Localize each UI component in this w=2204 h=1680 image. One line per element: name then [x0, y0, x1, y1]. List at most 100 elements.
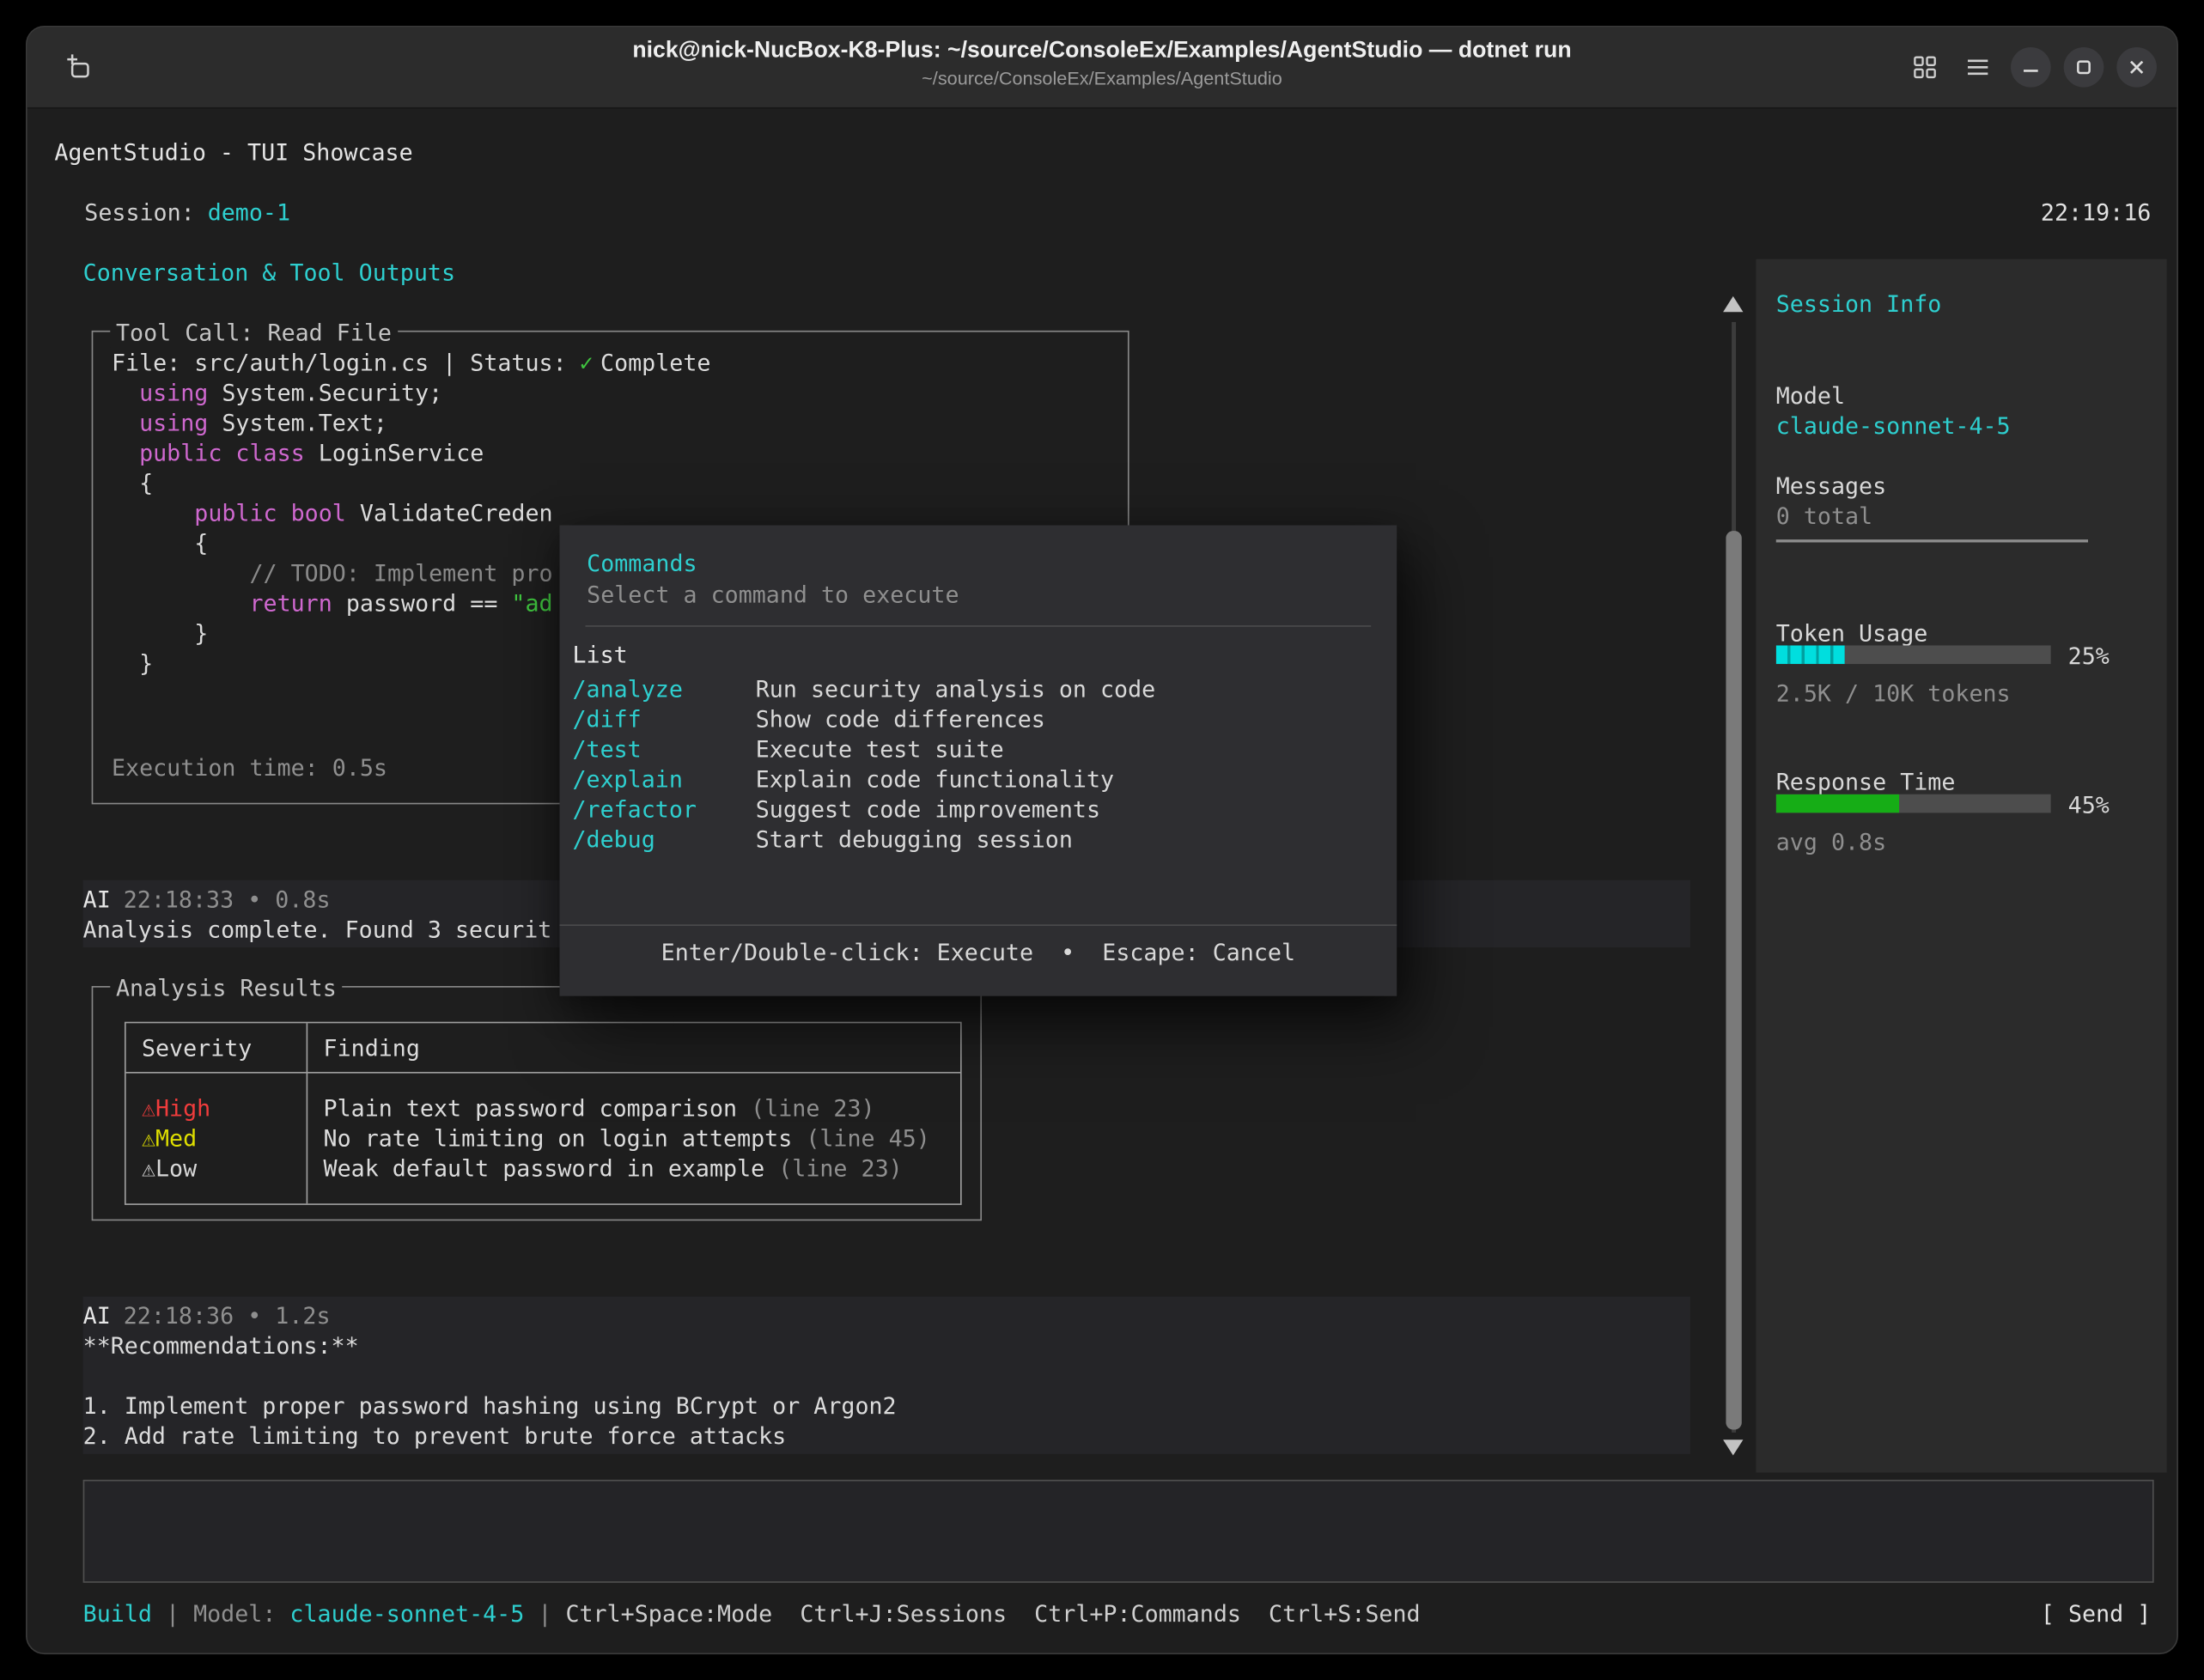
code-token: } [112, 619, 208, 647]
finding-column: Plain text password comparison (line 23)… [324, 1093, 930, 1184]
command-name: /explain [572, 764, 755, 794]
message-role: AI [83, 886, 111, 913]
code-token: { [112, 529, 208, 557]
minimize-button[interactable] [2011, 47, 2051, 88]
message-meta: 22:18:33 • 0.8s [124, 886, 331, 913]
finding-cell: Plain text password comparison (line 23) [324, 1093, 930, 1123]
token-usage-fill [1776, 645, 1845, 664]
severity-column: ⚠High⚠Med⚠Low [142, 1093, 210, 1184]
tab-overview-button[interactable] [1905, 47, 1945, 88]
message-line: 2. Add rate limiting to prevent brute fo… [83, 1421, 897, 1452]
check-icon: ✓ [580, 350, 594, 377]
send-button[interactable]: [ Send ] [2041, 1598, 2151, 1628]
terminal-window: nick@nick-NucBox-K8-Plus: ~/source/Conso… [26, 26, 2178, 1654]
analysis-table: Severity Finding ⚠High⚠Med⚠Low Plain tex… [125, 1022, 962, 1205]
modal-footer-hint: Enter/Double-click: Execute • Escape: Ca… [559, 937, 1397, 967]
command-item[interactable]: /diffShow code differences [572, 704, 1382, 734]
column-header-finding: Finding [324, 1033, 420, 1063]
token-usage-bar [1776, 645, 2051, 664]
code-token: "ad [511, 589, 552, 617]
close-button[interactable] [2116, 47, 2157, 88]
code-token: LoginService [305, 440, 484, 467]
code-token: password == [332, 589, 512, 617]
window-title: nick@nick-NucBox-K8-Plus: ~/source/Conso… [27, 36, 2177, 68]
command-description: Execute test suite [756, 735, 1004, 763]
token-usage-percent: 25% [2068, 641, 2110, 671]
modal-title: Commands [587, 548, 697, 578]
command-description: Show code differences [756, 705, 1045, 733]
command-list: /analyzeRun security analysis on code/di… [572, 674, 1382, 855]
command-item[interactable]: /refactorSuggest code improvements [572, 794, 1382, 825]
titlebar-controls [1905, 47, 2157, 88]
modal-footer-divider [559, 924, 1397, 926]
clock: 22:19:16 [2041, 198, 2151, 228]
command-description: Suggest code improvements [756, 795, 1100, 823]
session-info-panel: Session Info Model claude-sonnet-4-5 Mes… [1756, 259, 2166, 1473]
maximize-icon [2075, 58, 2092, 76]
code-token: public class [112, 440, 305, 467]
command-item[interactable]: /analyzeRun security analysis on code [572, 674, 1382, 704]
message-meta: 22:18:36 • 1.2s [124, 1302, 331, 1330]
message-role: AI [83, 1302, 111, 1330]
code-line: public class LoginService [112, 438, 1119, 468]
command-description: Start debugging session [756, 825, 1073, 853]
minimize-icon [2022, 58, 2039, 76]
window-title-block: nick@nick-NucBox-K8-Plus: ~/source/Conso… [27, 36, 2177, 90]
scroll-up-arrow-icon[interactable] [1723, 296, 1743, 312]
command-name: /diff [572, 704, 755, 734]
session-label: Session: [84, 199, 194, 227]
command-description: Run security analysis on code [756, 675, 1155, 703]
grid-icon [1912, 54, 1938, 80]
modal-divider [585, 625, 1371, 627]
command-name: /debug [572, 825, 755, 855]
analysis-box-title: Analysis Results [110, 973, 342, 1003]
scroll-down-arrow-icon[interactable] [1723, 1440, 1743, 1455]
messages-value: 0 total [1776, 501, 1872, 531]
response-time-percent: 45% [2068, 790, 2110, 820]
messages-label: Messages [1776, 471, 1886, 501]
response-time-label: Response Time [1776, 767, 1956, 797]
session-info-title: Session Info [1776, 289, 1942, 320]
titlebar[interactable]: nick@nick-NucBox-K8-Plus: ~/source/Conso… [27, 27, 2177, 109]
status-left: Build | Model: claude-sonnet-4-5 | Ctrl+… [83, 1598, 1421, 1628]
status-model-value: claude-sonnet-4-5 [289, 1600, 524, 1628]
code-line: { [112, 468, 1119, 498]
command-item[interactable]: /explainExplain code functionality [572, 764, 1382, 794]
ai-message-2: AI22:18:36 • 1.2s **Recommendations:**1.… [83, 1297, 1690, 1454]
maximize-button[interactable] [2064, 47, 2104, 88]
message-input[interactable] [83, 1480, 2154, 1583]
status-shortcuts: Ctrl+Space:Mode Ctrl+J:Sessions Ctrl+P:C… [565, 1600, 1420, 1628]
response-time-fill [1776, 794, 1900, 813]
command-item[interactable]: /testExecute test suite [572, 734, 1382, 764]
modal-subtitle: Select a command to execute [587, 580, 959, 610]
severity-cell: ⚠Low [142, 1153, 210, 1184]
command-group-label: List [572, 640, 627, 670]
hamburger-icon [1965, 58, 1991, 77]
response-time-detail: avg 0.8s [1776, 827, 1886, 857]
close-icon [2128, 58, 2146, 76]
message-line [83, 1361, 897, 1391]
code-line: public bool ValidateCreden [112, 498, 1119, 528]
response-time-bar [1776, 794, 2051, 813]
menu-button[interactable] [1957, 47, 1998, 88]
status-separator: | [152, 1600, 193, 1628]
code-token: using [112, 380, 208, 407]
message-line: 1. Implement proper password hashing usi… [83, 1391, 897, 1421]
code-token: using [112, 410, 208, 437]
status-mode: Build [83, 1600, 152, 1628]
column-header-severity: Severity [142, 1033, 252, 1063]
token-usage-label: Token Usage [1776, 618, 1928, 648]
code-token: System.Text; [208, 410, 387, 437]
file-status-line: File: src/auth/login.cs | Status:✓Comple… [112, 348, 1119, 378]
scroll-thumb[interactable] [1726, 531, 1741, 1429]
status-separator: | [524, 1600, 565, 1628]
status-bar: Build | Model: claude-sonnet-4-5 | Ctrl+… [83, 1598, 2152, 1628]
code-token: } [112, 649, 153, 677]
conversation-panel-title: Conversation & Tool Outputs [83, 258, 455, 288]
app-header: AgentStudio - TUI Showcase [54, 137, 412, 167]
code-token: { [112, 470, 153, 497]
token-usage-detail: 2.5K / 10K tokens [1776, 679, 2011, 709]
command-item[interactable]: /debugStart debugging session [572, 825, 1382, 855]
finding-cell: No rate limiting on login attempts (line… [324, 1123, 930, 1153]
command-name: /analyze [572, 674, 755, 704]
